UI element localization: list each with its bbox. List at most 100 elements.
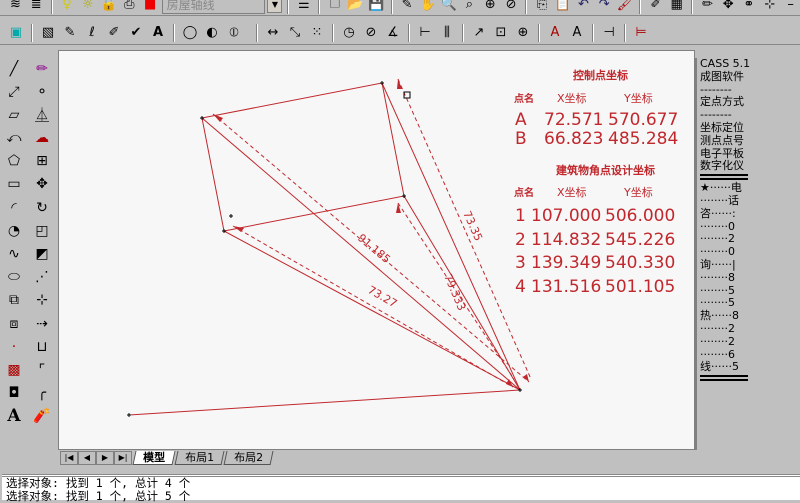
explode-icon[interactable]: 🧨 (30, 406, 54, 427)
screen-menu-item[interactable]: ········2 (700, 322, 800, 336)
zoom-window-icon[interactable]: ⌕ (460, 0, 479, 15)
multiline-icon[interactable]: ▱ (2, 104, 26, 125)
offset-icon[interactable]: ☁ (30, 128, 54, 149)
lock-icon[interactable]: 🔓 (99, 0, 118, 15)
prev-tab-button[interactable]: ◀ (78, 451, 96, 465)
screen-menu-item[interactable]: ········2 (700, 335, 800, 349)
last-tab-button[interactable]: ▶| (114, 451, 132, 465)
hatch-edit-icon[interactable]: ▧ (38, 23, 58, 43)
baseline-dim-icon[interactable]: ⊢ (415, 23, 435, 43)
edit-attribute-icon[interactable]: ✐ (646, 0, 665, 15)
screen-menu-item[interactable]: 询······| (700, 258, 800, 272)
screen-menu-item[interactable]: ········8 (700, 271, 800, 285)
match-properties-icon[interactable]: 🖌 (616, 0, 635, 15)
table-icon[interactable]: ▦ (667, 0, 686, 15)
layer-select[interactable]: 房屋轴线 (161, 0, 266, 14)
make-block-icon[interactable]: ⧈ (2, 313, 26, 334)
ordinate-dim-icon[interactable]: ⁙ (307, 23, 327, 43)
radius-dim-icon[interactable]: ◷ (339, 23, 359, 43)
scale-icon[interactable]: ◰ (30, 220, 54, 241)
copy-icon[interactable]: ⎘ (532, 0, 551, 15)
sun-icon[interactable]: ☼ (78, 0, 97, 15)
move-icon[interactable]: ✥ (719, 0, 738, 15)
stretch-icon[interactable]: ◩ (30, 244, 54, 265)
polyline-icon[interactable]: ⤺ (2, 128, 26, 149)
undo-icon[interactable]: ↶ (574, 0, 593, 15)
save-icon[interactable]: 💾 (367, 0, 386, 15)
subtract-icon[interactable]: ◐ (202, 23, 222, 43)
zoom-all-icon[interactable]: ⊕ (481, 0, 500, 15)
next-tab-button[interactable]: ▶ (96, 451, 114, 465)
screen-menu-item[interactable]: 测点点号 (700, 134, 800, 148)
drawing-canvas[interactable]: 91.185 73.27 79.333 73.35 控制点坐标 点名 X坐标 Y… (58, 50, 695, 450)
zoom-previous-icon[interactable]: ⊘ (502, 0, 521, 15)
tab-layout2[interactable]: 布局2 (223, 451, 274, 465)
fillet-icon[interactable]: ╭ (30, 383, 54, 404)
zoom-in-icon[interactable]: 🔍 (439, 0, 458, 15)
center-mark-icon[interactable]: ⊕ (513, 23, 533, 43)
trim-icon[interactable]: ⊹ (760, 0, 779, 15)
spline-icon[interactable]: ∿ (2, 244, 26, 265)
open-folder-icon[interactable]: 📂 (346, 0, 365, 15)
multiline-edit-icon[interactable]: ✐ (104, 23, 124, 43)
extend-icon[interactable]: – (781, 0, 800, 15)
trim-icon[interactable]: ⊹ (30, 290, 54, 311)
text-icon[interactable]: A (2, 406, 26, 427)
move-icon[interactable]: ✥ (30, 174, 54, 195)
aligned-dim-icon[interactable]: ⤡ (285, 23, 305, 43)
linetype-icon[interactable]: ☰ (294, 0, 313, 15)
ellipse-icon[interactable]: ⬭ (2, 267, 26, 288)
new-file-icon[interactable]: 🗋 (325, 0, 344, 15)
first-tab-button[interactable]: |◀ (60, 451, 78, 465)
break-icon[interactable]: ⊔ (30, 336, 54, 357)
linear-dim-icon[interactable]: ↔ (263, 23, 283, 43)
rectangle-icon[interactable]: ▭ (2, 174, 26, 195)
dim-update-icon[interactable]: ⊣ (599, 23, 619, 43)
attribute-edit-icon[interactable]: ✔ (126, 23, 146, 43)
screen-menu-item[interactable]: 坐标定位 (700, 121, 800, 135)
circle-icon[interactable]: ◔ (2, 220, 26, 241)
redo-icon[interactable]: ↷ (595, 0, 614, 15)
union-icon[interactable]: ◯ (180, 23, 200, 43)
mirror-icon[interactable]: ⏅ (30, 104, 54, 125)
layer-state-icon[interactable]: ≣ (27, 0, 46, 15)
region-icon[interactable]: ◘ (2, 383, 26, 404)
command-window[interactable]: 选择对象: 找到 1 个, 总计 4 个 选择对象: 找到 1 个, 总计 5 … (2, 474, 800, 503)
tolerance-icon[interactable]: ⊡ (491, 23, 511, 43)
printer-icon[interactable]: ⎙ (120, 0, 139, 15)
array-icon[interactable]: ⊞ (30, 151, 54, 172)
screen-menu-item[interactable]: 咨······: (700, 207, 800, 221)
layer-manager-icon[interactable]: ≋ (6, 0, 25, 15)
screen-menu-item[interactable]: ········话 (700, 194, 800, 208)
chamfer-icon[interactable]: ⌜ (30, 359, 54, 380)
polygon-icon[interactable]: ⬠ (2, 151, 26, 172)
extend-icon[interactable]: ⇢ (30, 313, 54, 334)
color-icon[interactable]: ▣ (6, 23, 26, 43)
dim-edit-icon[interactable]: A (545, 23, 565, 43)
erase-icon[interactable]: ✏ (698, 0, 717, 15)
rotate-icon[interactable]: ↻ (30, 197, 54, 218)
bulb-icon[interactable]: ♀ (58, 0, 77, 15)
line-icon[interactable]: ╱ (2, 58, 26, 79)
arc-icon[interactable]: ◜ (2, 197, 26, 218)
angular-dim-icon[interactable]: ∡ (383, 23, 403, 43)
erase-icon[interactable]: ✏ (30, 58, 54, 79)
intersect-icon[interactable]: ⦶ (224, 23, 244, 43)
hatch-icon[interactable]: ▩ (2, 359, 26, 380)
screen-menu-item[interactable]: CASS 5.1 (700, 57, 800, 71)
dim-text-edit-icon[interactable]: A (567, 23, 587, 43)
leader-icon[interactable]: ↗ (469, 23, 489, 43)
diameter-dim-icon[interactable]: ⊘ (361, 23, 381, 43)
point-icon[interactable]: · (2, 336, 26, 357)
tab-layout1[interactable]: 布局1 (174, 451, 225, 465)
dim-style-icon[interactable]: ⊨ (631, 23, 651, 43)
screen-menu-item[interactable]: 数字化仪 (700, 160, 800, 173)
chevron-down-icon[interactable]: ▼ (267, 0, 283, 13)
screen-menu-item[interactable]: 线······5 (700, 361, 800, 374)
tab-model[interactable]: 模型 (132, 451, 176, 465)
construction-line-icon[interactable]: ⤢ (2, 81, 26, 102)
spline-edit-icon[interactable]: ℓ (82, 23, 102, 43)
paste-icon[interactable]: 📋 (553, 0, 572, 15)
pline-edit-icon[interactable]: ✎ (60, 23, 80, 43)
copy-object-icon[interactable]: ⚭ (740, 0, 759, 15)
